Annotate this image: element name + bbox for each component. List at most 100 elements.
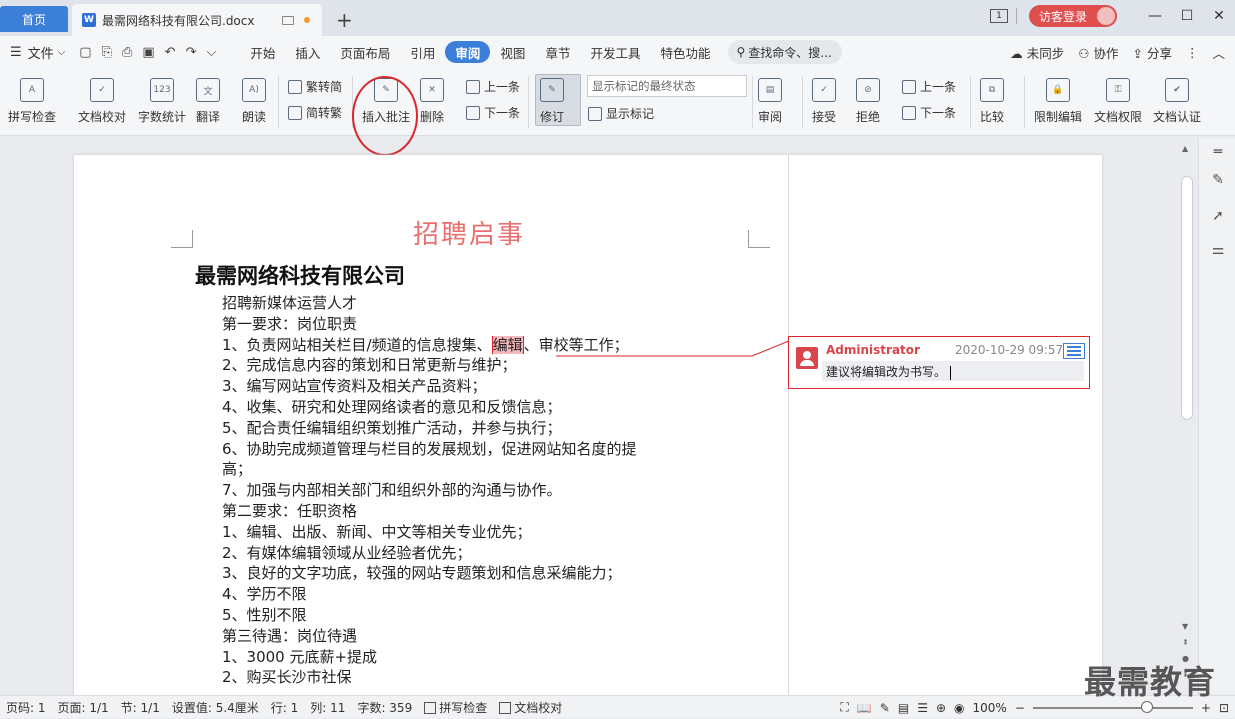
body-line: 1、3000 元底薪+提成: [222, 647, 378, 666]
read-aloud-label: 朗读: [242, 110, 267, 124]
fullscreen-icon[interactable]: ⛶: [840, 700, 848, 715]
edit-mode-icon[interactable]: ✎: [880, 701, 890, 715]
collaborate-button[interactable]: ⚇ 协作: [1078, 43, 1118, 62]
panel-handle-icon[interactable]: ═: [1210, 144, 1226, 160]
sync-button[interactable]: ☁ 未同步: [1010, 43, 1064, 62]
read-aloud-button[interactable]: A) 朗读: [242, 68, 266, 125]
status-setting[interactable]: 设置值: 5.4厘米: [166, 699, 265, 716]
redo-icon[interactable]: ↷: [186, 45, 197, 60]
undo-icon[interactable]: ↶: [165, 45, 176, 60]
export-icon[interactable]: ⎘: [102, 45, 112, 60]
print-preview-icon[interactable]: ▣: [142, 45, 154, 60]
next-change-button[interactable]: 下一条: [902, 104, 956, 121]
document-tab-title: 最需网络科技有限公司.docx: [102, 13, 255, 28]
more-options-icon[interactable]: ⋮: [1186, 45, 1199, 60]
previous-change-icon: [902, 79, 916, 94]
outline-view-icon[interactable]: ☰: [917, 701, 928, 715]
scroll-up-icon[interactable]: ▲: [1182, 144, 1188, 153]
fit-page-icon[interactable]: ⊡: [1219, 701, 1229, 715]
command-search-input[interactable]: ⚲ 查找命令、搜...: [728, 40, 843, 64]
simp-to-trad-button[interactable]: 简转繁: [288, 104, 342, 121]
more-icon[interactable]: ⌵: [206, 45, 216, 60]
delete-comment-button[interactable]: ✕ 删除: [420, 68, 444, 125]
status-row[interactable]: 行: 1: [265, 699, 305, 716]
pointer-icon[interactable]: ➚: [1210, 208, 1226, 224]
zoom-out-icon[interactable]: −: [1015, 701, 1025, 715]
commented-text-highlight[interactable]: 编辑: [491, 335, 524, 354]
compare-button[interactable]: ⧉ 比较: [980, 68, 1004, 125]
accept-button[interactable]: ✓ 接受: [812, 68, 836, 125]
restore-button[interactable]: ☐: [1171, 8, 1203, 24]
markup-state-select[interactable]: 显示标记的最终状态: [587, 75, 747, 97]
word-count-button[interactable]: 123 字数统计: [138, 68, 186, 125]
zoom-level[interactable]: 100%: [973, 701, 1007, 715]
reject-button[interactable]: ⊘ 拒绝: [856, 68, 880, 125]
menu-right-actions: ☁ 未同步 ⚇ 协作 ⇪ 分享 ⋮ ︿: [1010, 36, 1225, 68]
share-button[interactable]: ⇪ 分享: [1133, 43, 1172, 62]
status-doc-proof[interactable]: 文档校对: [493, 699, 568, 716]
status-spell-check[interactable]: 拼写检查: [418, 699, 493, 716]
document-tab[interactable]: W 最需网络科技有限公司.docx: [72, 4, 322, 36]
read-mode-icon[interactable]: 📖: [857, 701, 872, 715]
doc-permission-button[interactable]: ⚿ 文档权限: [1094, 68, 1142, 125]
user-icon: ⚇: [1078, 45, 1090, 61]
previous-comment-button[interactable]: 上一条: [466, 78, 520, 95]
save-icon[interactable]: ▢: [79, 45, 91, 60]
body-line: 7、加强与内部相关部门和组织外部的沟通与协作。: [222, 481, 562, 500]
guest-login-button[interactable]: 访客登录: [1028, 5, 1117, 27]
status-page[interactable]: 页面: 1/1: [52, 699, 115, 716]
trad-to-simp-button[interactable]: 繁转简: [288, 78, 342, 95]
collapse-ribbon-icon[interactable]: ︿: [1212, 43, 1225, 62]
show-markup-button[interactable]: 显示标记: [588, 105, 654, 122]
zoom-slider[interactable]: [1032, 700, 1193, 713]
file-menu[interactable]: ☰ 文件 ⌵: [0, 43, 65, 62]
minimize-button[interactable]: —: [1139, 8, 1171, 24]
tab-developer[interactable]: 开发工具: [580, 41, 650, 63]
tab-insert[interactable]: 插入: [285, 41, 330, 63]
compare-icon: ⧉: [980, 78, 1004, 102]
print-icon[interactable]: ⎙: [122, 45, 132, 60]
status-section[interactable]: 节: 1/1: [115, 699, 166, 716]
eye-protection-icon[interactable]: ◉: [954, 701, 964, 715]
vertical-scrollbar[interactable]: ▲ ▼ ⇞ ● ⇟: [1178, 138, 1196, 694]
screen-icon[interactable]: [282, 15, 294, 25]
tab-review[interactable]: 审阅: [445, 41, 491, 63]
next-comment-button[interactable]: 下一条: [466, 104, 520, 121]
comment-menu-icon[interactable]: [1063, 343, 1085, 359]
body-line: 6、协助完成频道管理与栏目的发展规划，促进网站知名度的提: [222, 439, 637, 458]
web-view-icon[interactable]: ⊕: [936, 701, 946, 715]
scroll-down-icon[interactable]: ▼: [1182, 622, 1188, 631]
status-spell-label: 拼写检查: [439, 700, 488, 715]
new-tab-button[interactable]: +: [336, 8, 353, 32]
comment-balloon[interactable]: Administrator 2020-10-29 09:57 建议将编辑改为书写…: [788, 336, 1090, 389]
prev-page-icon[interactable]: ⇞: [1182, 638, 1189, 647]
status-column[interactable]: 列: 11: [304, 699, 351, 716]
home-tab[interactable]: 首页: [0, 6, 68, 32]
status-page-number[interactable]: 页码: 1: [0, 699, 52, 716]
window-count-badge[interactable]: 1: [989, 9, 1008, 23]
scrollbar-thumb[interactable]: [1181, 176, 1193, 420]
spell-check-button[interactable]: A 拼写检查: [8, 68, 56, 125]
close-button[interactable]: ✕: [1203, 8, 1235, 24]
reject-label: 拒绝: [856, 110, 881, 124]
tab-features[interactable]: 特色功能: [650, 41, 720, 63]
status-word-count[interactable]: 字数: 359: [351, 699, 418, 716]
settings-sliders-icon[interactable]: ⚌: [1210, 242, 1226, 258]
page-view-icon[interactable]: ▤: [898, 701, 909, 715]
comment-text[interactable]: 建议将编辑改为书写。: [826, 363, 952, 380]
restrict-edit-button[interactable]: 🔒 限制编辑: [1034, 68, 1082, 125]
tab-home[interactable]: 开始: [240, 41, 285, 63]
previous-change-button[interactable]: 上一条: [902, 78, 956, 95]
translate-button[interactable]: 文 翻译: [196, 68, 220, 125]
tab-view[interactable]: 视图: [490, 41, 535, 63]
tab-references[interactable]: 引用: [400, 41, 445, 63]
search-placeholder: 查找命令、搜...: [748, 45, 832, 60]
pen-icon[interactable]: ✎: [1210, 172, 1226, 188]
show-markup-label: 显示标记: [606, 107, 655, 121]
doc-auth-button[interactable]: ✔ 文档认证: [1153, 68, 1201, 125]
body-line: 第二要求：任职资格: [222, 501, 358, 520]
tab-section[interactable]: 章节: [535, 41, 580, 63]
doc-proof-button[interactable]: ✓ 文档校对: [78, 68, 126, 125]
review-button[interactable]: ▤ 审阅: [758, 68, 782, 125]
tab-page-layout[interactable]: 页面布局: [330, 41, 400, 63]
